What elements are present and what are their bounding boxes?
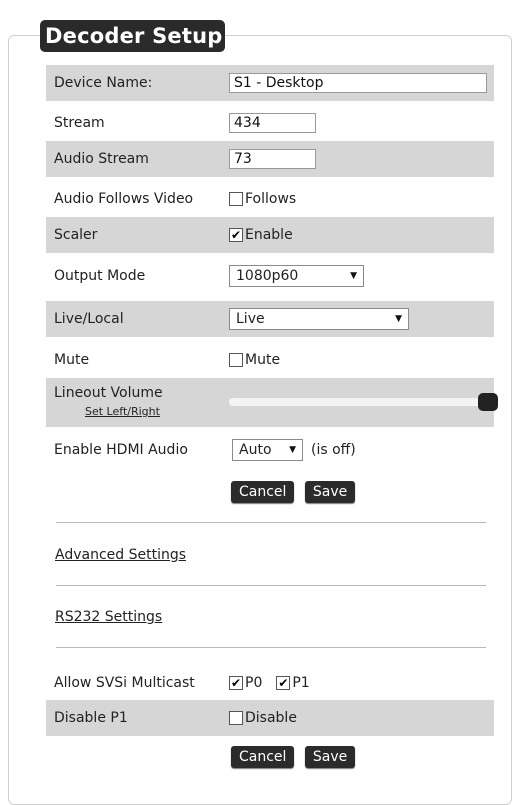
disable-p1-label: Disable P1 xyxy=(54,710,128,726)
p1-checkbox[interactable]: ✔ xyxy=(276,676,291,690)
device-name-label: Device Name: xyxy=(54,75,153,91)
audio-stream-input[interactable]: 73 xyxy=(229,149,316,169)
audio-stream-row: Audio Stream 73 xyxy=(46,141,494,177)
audio-stream-label: Audio Stream xyxy=(54,151,149,167)
chevron-down-icon: ▼ xyxy=(395,314,402,324)
rs232-settings-link[interactable]: RS232 Settings xyxy=(55,609,162,625)
live-local-select[interactable]: Live ▼ xyxy=(229,308,409,330)
mute-checkbox-label: Mute xyxy=(245,352,281,368)
volume-slider-track[interactable] xyxy=(229,398,491,406)
checkmark-icon: ✔ xyxy=(230,228,242,242)
hdmi-audio-value: Auto xyxy=(239,442,272,458)
live-local-row: Live/Local Live ▼ xyxy=(46,301,494,337)
divider xyxy=(56,647,486,648)
stream-row: Stream 434 xyxy=(46,105,494,141)
volume-slider-thumb[interactable] xyxy=(478,393,498,411)
audio-follows-video-label: Audio Follows Video xyxy=(54,191,194,207)
p0-checkbox[interactable]: ✔ xyxy=(229,676,243,690)
mute-checkbox[interactable] xyxy=(229,353,243,367)
advanced-settings-link[interactable]: Advanced Settings xyxy=(55,547,186,563)
device-name-input[interactable]: S1 - Desktop xyxy=(229,73,487,93)
save-button[interactable]: Save xyxy=(304,481,356,503)
chevron-down-icon: ▼ xyxy=(289,445,296,455)
output-mode-select[interactable]: 1080p60 ▼ xyxy=(229,265,364,287)
follows-checkbox-label: Follows xyxy=(245,191,297,207)
cancel-button[interactable]: Cancel xyxy=(231,746,295,768)
multicast-row: Allow SVSi Multicast ✔ P0 ✔ P1 xyxy=(46,665,494,701)
set-left-right-link[interactable]: Set Left/Right xyxy=(85,405,160,418)
scaler-label: Scaler xyxy=(54,227,98,243)
p0-label: P0 xyxy=(245,675,263,691)
live-local-label: Live/Local xyxy=(54,311,124,327)
checkmark-icon: ✔ xyxy=(230,676,242,690)
hdmi-audio-label: Enable HDMI Audio xyxy=(54,442,188,458)
divider xyxy=(56,522,486,523)
checkmark-icon: ✔ xyxy=(278,676,289,690)
scaler-enable-checkbox[interactable]: ✔ xyxy=(229,228,243,242)
mute-row: Mute Mute xyxy=(46,342,494,378)
page-title: Decoder Setup xyxy=(40,20,226,52)
scaler-enable-label: Enable xyxy=(245,227,293,243)
mute-label: Mute xyxy=(54,352,90,368)
follows-checkbox[interactable] xyxy=(229,192,243,206)
lineout-volume-row: Lineout Volume Set Left/Right xyxy=(46,378,498,427)
output-mode-value: 1080p60 xyxy=(236,268,299,284)
stream-input[interactable]: 434 xyxy=(229,113,316,133)
divider xyxy=(56,585,486,586)
hdmi-audio-status: (is off) xyxy=(311,442,356,458)
scaler-row: Scaler ✔ Enable xyxy=(46,217,494,253)
stream-label: Stream xyxy=(54,115,105,131)
output-mode-label: Output Mode xyxy=(54,268,146,284)
disable-p1-row: Disable P1 Disable xyxy=(46,700,494,736)
live-local-value: Live xyxy=(236,311,265,327)
cancel-button[interactable]: Cancel xyxy=(231,481,295,503)
lineout-volume-label: Lineout Volume xyxy=(54,385,163,401)
save-button[interactable]: Save xyxy=(304,746,356,768)
button-group-bottom: Cancel Save xyxy=(231,746,356,768)
hdmi-audio-row: Enable HDMI Audio Auto ▼ (is off) xyxy=(46,432,494,468)
output-mode-row: Output Mode 1080p60 ▼ xyxy=(46,258,494,294)
device-name-row: Device Name: S1 - Desktop xyxy=(46,65,494,101)
hdmi-audio-select[interactable]: Auto ▼ xyxy=(232,439,303,461)
button-group-top: Cancel Save xyxy=(231,481,356,503)
disable-p1-checkbox-label: Disable xyxy=(245,710,297,726)
multicast-label: Allow SVSi Multicast xyxy=(54,675,195,691)
chevron-down-icon: ▼ xyxy=(350,271,357,281)
disable-p1-checkbox[interactable] xyxy=(229,711,243,725)
audio-follows-video-row: Audio Follows Video Follows xyxy=(46,181,494,217)
p1-label: P1 xyxy=(292,675,310,691)
